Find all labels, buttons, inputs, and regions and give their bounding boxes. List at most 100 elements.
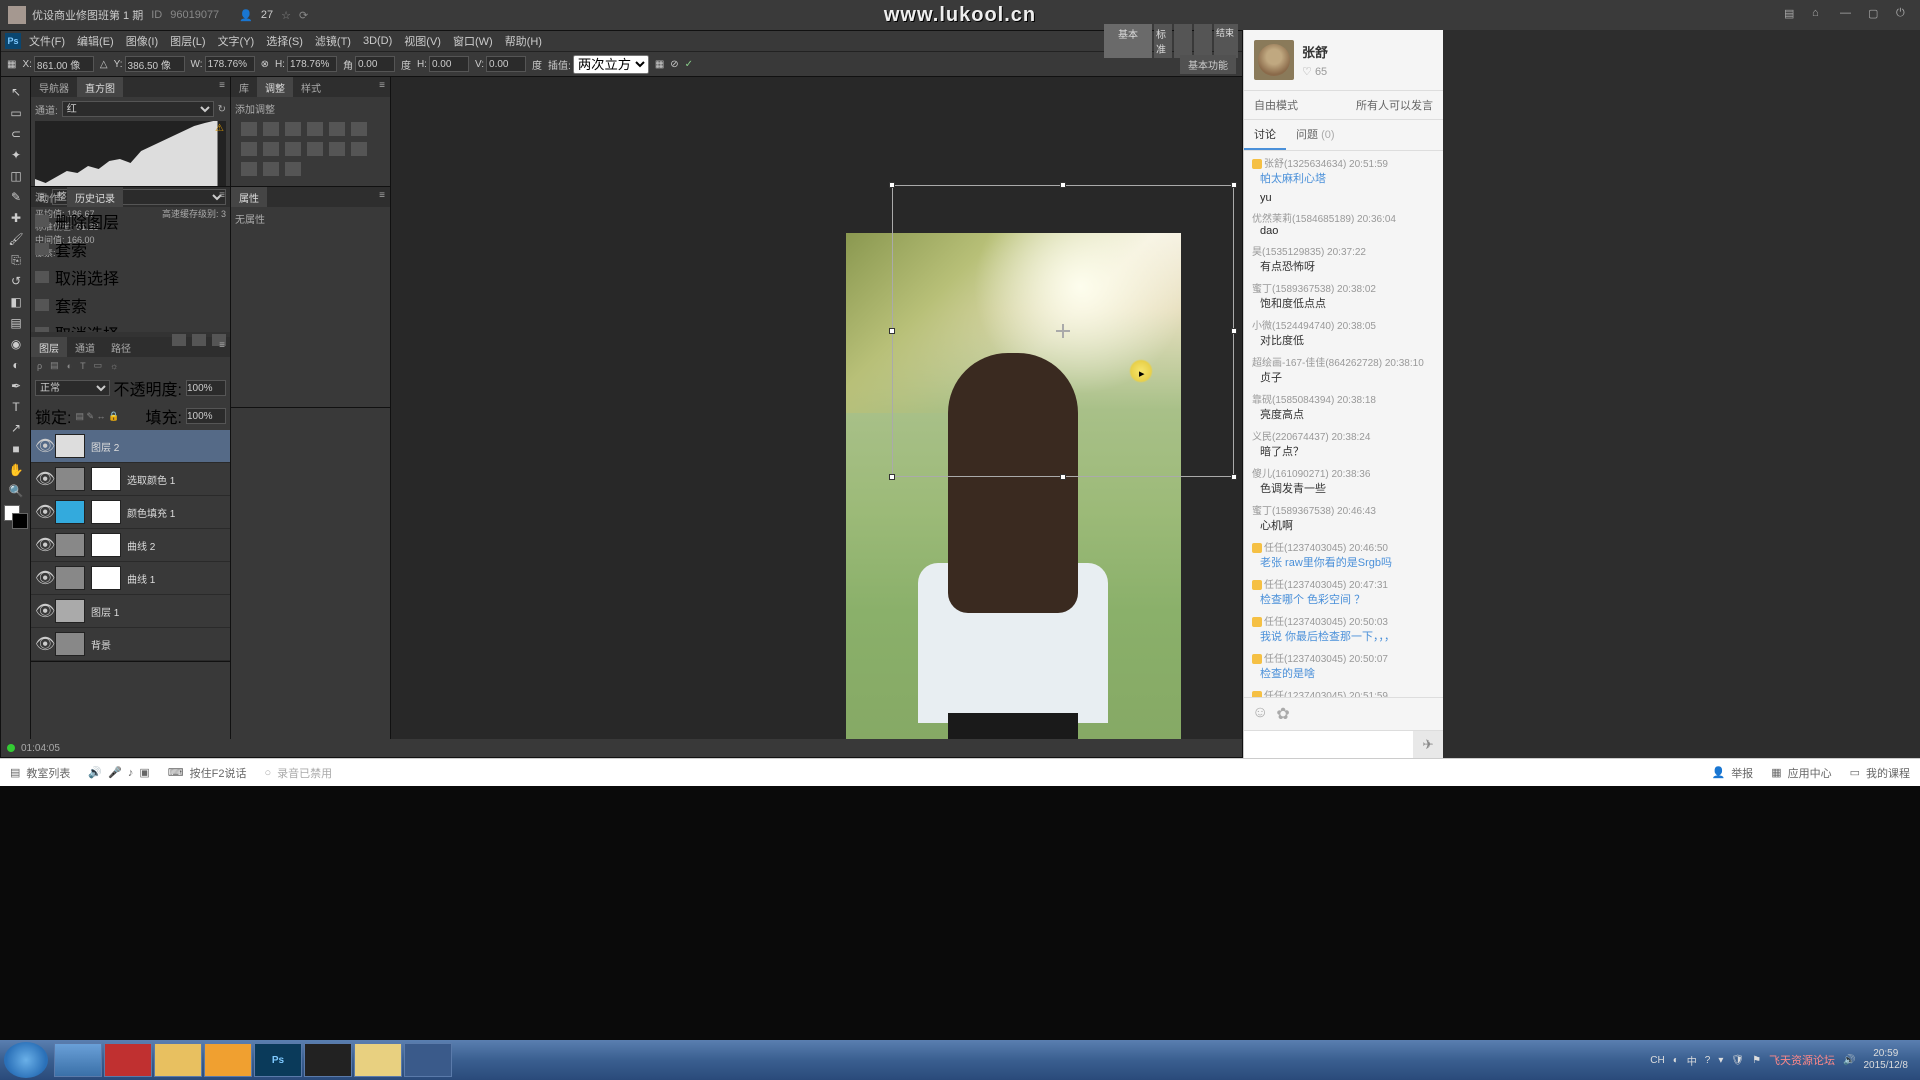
layer-mask[interactable] xyxy=(91,500,121,524)
lasso-tool-icon[interactable]: ⊂ xyxy=(3,124,29,144)
layer-thumb[interactable] xyxy=(55,566,85,590)
tab-library[interactable]: 库 xyxy=(231,77,257,97)
layer-thumb[interactable] xyxy=(55,500,85,524)
adj-photo-icon[interactable] xyxy=(263,142,279,156)
taskbar-ie-icon[interactable] xyxy=(54,1043,102,1077)
brush-tool-icon[interactable]: 🖌 xyxy=(3,229,29,249)
mode-tab-basic[interactable]: 基本 xyxy=(1104,24,1152,58)
app-center-button[interactable]: ▦应用中心 xyxy=(1771,765,1831,781)
angle-input[interactable] xyxy=(355,56,395,72)
adj-levels-icon[interactable] xyxy=(263,122,279,136)
menu-3d[interactable]: 3D(D) xyxy=(363,35,392,47)
transform-box[interactable] xyxy=(892,185,1234,477)
adj-mixer-icon[interactable] xyxy=(285,142,301,156)
history-doc-icon[interactable] xyxy=(172,334,186,346)
layer-row[interactable]: 👁背景 xyxy=(31,628,230,661)
adj-grad-icon[interactable] xyxy=(263,162,279,176)
layer-thumb[interactable] xyxy=(55,533,85,557)
menu-layer[interactable]: 图层(L) xyxy=(170,33,205,49)
adj-poster-icon[interactable] xyxy=(351,142,367,156)
marquee-tool-icon[interactable]: ▭ xyxy=(3,103,29,123)
tray-flag-icon[interactable]: ⚑ xyxy=(1752,1055,1761,1066)
maximize-icon[interactable]: ▢ xyxy=(1868,7,1884,23)
taskbar-qq-icon[interactable] xyxy=(304,1043,352,1077)
chat-input[interactable] xyxy=(1244,731,1413,758)
crop-tool-icon[interactable]: ◫ xyxy=(3,166,29,186)
mode-tab-2[interactable] xyxy=(1174,24,1192,58)
transform-handle-tl[interactable] xyxy=(889,182,895,188)
speaker-icon[interactable]: 🔊 xyxy=(88,766,102,779)
ime-indicator[interactable]: 中 xyxy=(1687,1053,1697,1068)
menu-icon[interactable]: ▤ xyxy=(1784,7,1800,23)
history-item[interactable]: 取消选择 xyxy=(31,263,230,291)
y-input[interactable] xyxy=(125,56,185,72)
flower-icon[interactable]: ✿ xyxy=(1276,704,1289,724)
stop-icon[interactable]: ▣ xyxy=(139,766,149,779)
adj-lookup-icon[interactable] xyxy=(307,142,323,156)
layer-thumb[interactable] xyxy=(55,632,85,656)
history-item[interactable]: 套索 xyxy=(31,291,230,319)
tray-help-icon[interactable]: ? xyxy=(1705,1055,1711,1066)
layer-mask[interactable] xyxy=(91,566,121,590)
my-course-button[interactable]: ▭我的课程 xyxy=(1850,765,1910,781)
menu-type[interactable]: 文字(Y) xyxy=(218,33,255,49)
opacity-input[interactable] xyxy=(186,380,226,396)
panel-menu-icon[interactable]: ≡ xyxy=(374,187,390,207)
tab-navigator[interactable]: 导航器 xyxy=(31,77,77,97)
type-tool-icon[interactable]: T xyxy=(3,397,29,417)
h2-input[interactable] xyxy=(429,56,469,72)
workspace-button[interactable]: 基本功能 xyxy=(1180,55,1236,74)
eyedrop-tool-icon[interactable]: ✎ xyxy=(3,187,29,207)
home-icon[interactable]: ⌂ xyxy=(1812,7,1828,23)
eye-icon[interactable]: 👁 xyxy=(35,568,49,588)
wand-tool-icon[interactable]: ✦ xyxy=(3,145,29,165)
class-list-button[interactable]: ▤教室列表 xyxy=(10,765,70,781)
pen-tool-icon[interactable]: ✒ xyxy=(3,376,29,396)
transform-center-icon[interactable] xyxy=(1058,326,1068,336)
lang-indicator[interactable]: CH xyxy=(1650,1055,1664,1066)
refresh-histo-icon[interactable]: ↻ xyxy=(218,104,226,115)
panel-menu-icon[interactable]: ≡ xyxy=(214,77,230,97)
menu-file[interactable]: 文件(F) xyxy=(29,33,65,49)
layer-row[interactable]: 👁颜色填充 1 xyxy=(31,496,230,529)
menu-select[interactable]: 选择(S) xyxy=(266,33,303,49)
transform-handle-bl[interactable] xyxy=(889,474,895,480)
menu-view[interactable]: 视图(V) xyxy=(404,33,441,49)
canvas-area[interactable]: ▸ xyxy=(391,77,1242,741)
eraser-tool-icon[interactable]: ◧ xyxy=(3,292,29,312)
path-tool-icon[interactable]: ↗ xyxy=(3,418,29,438)
move-tool-icon[interactable]: ↖ xyxy=(3,82,29,102)
dodge-tool-icon[interactable]: ◐ xyxy=(3,355,29,375)
transform-handle-bm[interactable] xyxy=(1060,474,1066,480)
emoji-icon[interactable]: ☺ xyxy=(1252,704,1268,724)
report-button[interactable]: 👤举报 xyxy=(1711,765,1753,781)
minimize-icon[interactable]: — xyxy=(1840,7,1856,23)
interp-select[interactable]: 两次立方 xyxy=(573,55,649,74)
transform-handle-ml[interactable] xyxy=(889,328,895,334)
layer-thumb[interactable] xyxy=(55,434,85,458)
adj-curves-icon[interactable] xyxy=(285,122,301,136)
music-icon[interactable]: ♪ xyxy=(128,767,134,779)
layer-row[interactable]: 👁图层 1 xyxy=(31,595,230,628)
tab-history[interactable]: 历史记录 xyxy=(67,187,123,207)
eye-icon[interactable]: 👁 xyxy=(35,601,49,621)
shape-tool-icon[interactable]: ■ xyxy=(3,439,29,459)
gradient-tool-icon[interactable]: ▤ xyxy=(3,313,29,333)
adj-brightness-icon[interactable] xyxy=(241,122,257,136)
panel-menu-icon[interactable]: ≡ xyxy=(214,337,230,357)
tab-paths[interactable]: 路径 xyxy=(103,337,139,357)
adj-sel-icon[interactable] xyxy=(285,162,301,176)
taskbar-explorer-icon[interactable] xyxy=(154,1043,202,1077)
tab-channels[interactable]: 通道 xyxy=(67,337,103,357)
menu-image[interactable]: 图像(I) xyxy=(126,33,158,49)
tab-adjustments[interactable]: 调整 xyxy=(257,77,293,97)
adj-invert-icon[interactable] xyxy=(329,142,345,156)
layer-row[interactable]: 👁选取颜色 1 xyxy=(31,463,230,496)
layer-row[interactable]: 👁曲线 2 xyxy=(31,529,230,562)
zoom-tool-icon[interactable]: 🔍 xyxy=(3,481,29,501)
menu-edit[interactable]: 编辑(E) xyxy=(77,33,114,49)
tray-volume-icon[interactable]: 🔊 xyxy=(1843,1055,1855,1066)
fill-input[interactable] xyxy=(186,408,226,424)
chat-messages[interactable]: 张舒(1325634634) 20:51:59帕太麻利心塔yu优然茉莉(1584… xyxy=(1244,151,1443,697)
mode-tab-4[interactable]: 结束 xyxy=(1214,24,1238,58)
